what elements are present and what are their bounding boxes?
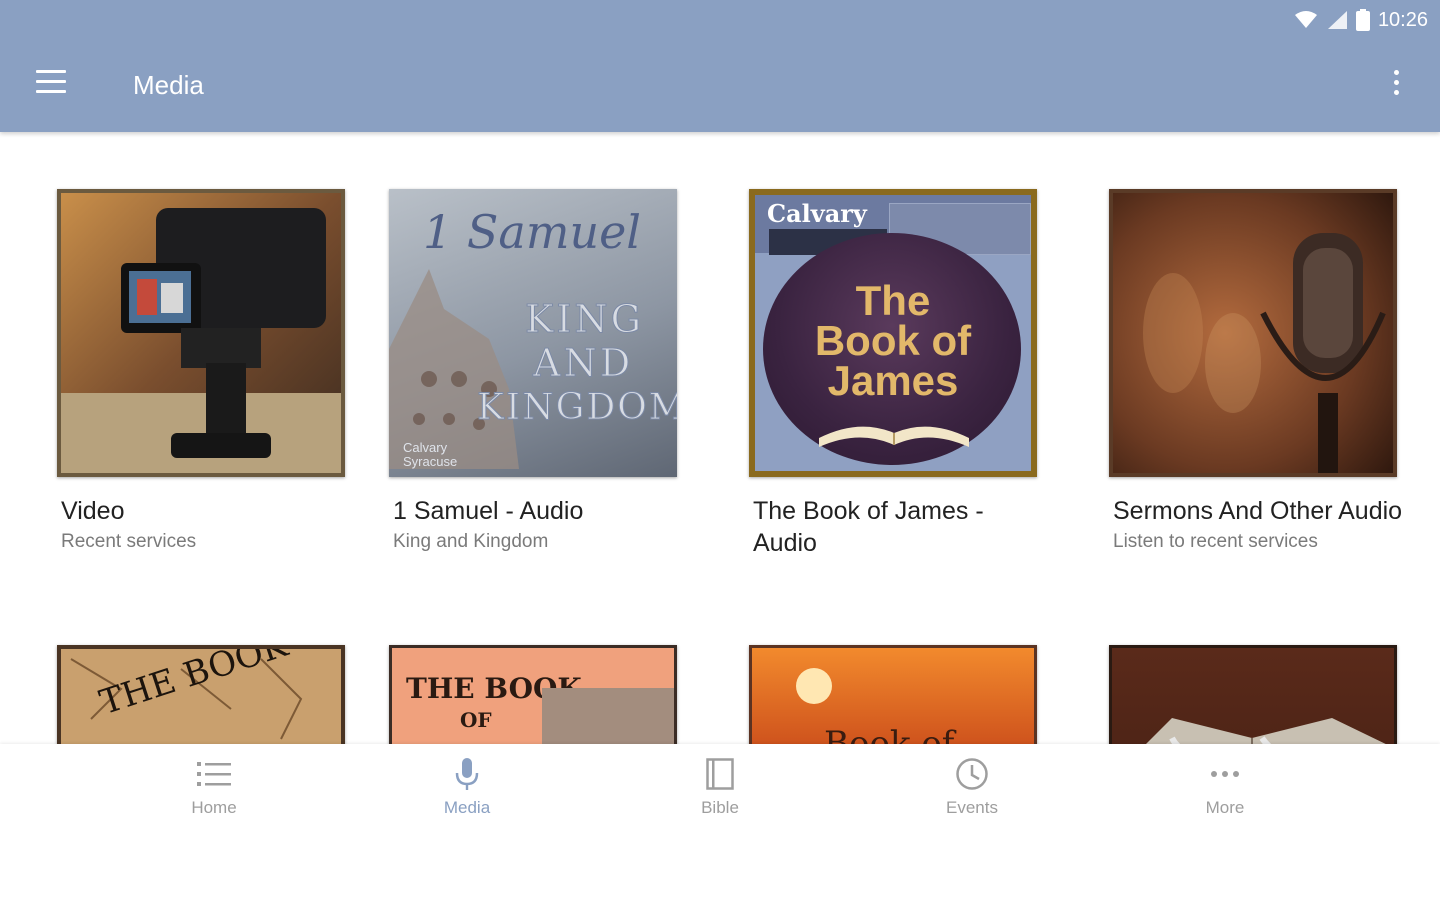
page-title: Media — [133, 70, 204, 100]
media-thumbnail — [1109, 645, 1397, 744]
book-of-james-thumbnail: Calvary The Book of James — [749, 189, 1037, 477]
media-card-sermons-and-other-audio[interactable]: Sermons And Other Audio Listen to recent… — [1109, 189, 1402, 555]
media-card-title: 1 Samuel - Audio — [393, 497, 584, 525]
media-card-row2-1[interactable]: THE BOOK O — [57, 645, 345, 744]
media-card-row2-3[interactable]: Book of — [749, 645, 1037, 744]
sermons-thumbnail — [1109, 189, 1397, 477]
art-brand: Calvary Syracuse — [403, 440, 458, 469]
media-card-subtitle: King and Kingdom — [393, 531, 549, 552]
clock-icon — [872, 754, 1072, 794]
nav-label: More — [1205, 798, 1245, 817]
art-word-and: AND — [532, 341, 634, 386]
wifi-icon — [1294, 11, 1317, 28]
status-bar: 10:26 — [1294, 6, 1428, 34]
app-bar: 10:26 Media — [0, 0, 1440, 132]
1-samuel-thumbnail: 1 Samuel KING AND KINGDOM Calvary Syracu… — [389, 189, 677, 477]
art-building — [542, 688, 674, 744]
art-title-script: 1 Samuel — [423, 205, 642, 259]
media-card-title: The Book of James - Audio — [753, 497, 984, 557]
media-thumbnail: THE BOOK O — [57, 645, 345, 744]
nav-item-media[interactable]: Media — [367, 754, 567, 818]
overflow-menu-icon[interactable] — [1388, 70, 1404, 100]
media-card-row2-2[interactable]: THE BOOK OF — [389, 645, 677, 744]
media-card-subtitle: Listen to recent services — [1113, 531, 1318, 552]
media-card-subtitle: Recent services — [61, 531, 197, 552]
battery-icon — [1355, 9, 1370, 31]
media-card-row2-4[interactable] — [1109, 645, 1397, 744]
nav-label: Home — [191, 798, 237, 817]
media-card-title: Video — [61, 497, 125, 525]
art-subtitle: OF — [460, 708, 492, 732]
bottom-navigation: Home Media Bible Events More — [0, 744, 1440, 900]
microphone-icon — [367, 754, 567, 794]
video-thumbnail — [57, 189, 345, 477]
media-thumbnail: THE BOOK OF — [389, 645, 677, 744]
nav-label: Media — [443, 798, 491, 817]
signal-icon — [1327, 11, 1347, 29]
media-grid: Video Recent services 1 Samuel KING AND … — [0, 132, 1440, 744]
book-icon — [620, 754, 820, 794]
nav-item-bible[interactable]: Bible — [620, 754, 820, 818]
more-horizontal-icon — [1125, 754, 1325, 794]
nav-item-home[interactable]: Home — [114, 754, 314, 818]
nav-item-more[interactable]: More — [1125, 754, 1325, 818]
art-brand: Calvary — [767, 199, 867, 228]
nav-item-events[interactable]: Events — [872, 754, 1072, 818]
art-word-king: KING — [524, 297, 645, 342]
media-card-book-of-james[interactable]: Calvary The Book of James The Book of Ja… — [749, 189, 1037, 559]
nav-label: Events — [946, 798, 998, 817]
media-card-video[interactable]: Video Recent services — [57, 189, 345, 555]
nav-label: Bible — [701, 798, 739, 817]
status-time: 10:26 — [1377, 8, 1428, 31]
menu-icon[interactable] — [36, 70, 72, 100]
art-word-kingdom: KINGDOM — [477, 387, 677, 429]
media-card-1-samuel[interactable]: 1 Samuel KING AND KINGDOM Calvary Syracu… — [389, 189, 677, 555]
sun-shape — [796, 668, 832, 704]
art-title: Book of — [824, 724, 955, 744]
list-icon — [114, 754, 314, 794]
media-thumbnail: Book of — [749, 645, 1037, 744]
media-card-title: Sermons And Other Audio — [1113, 497, 1403, 525]
art-title-james: James — [827, 357, 959, 404]
